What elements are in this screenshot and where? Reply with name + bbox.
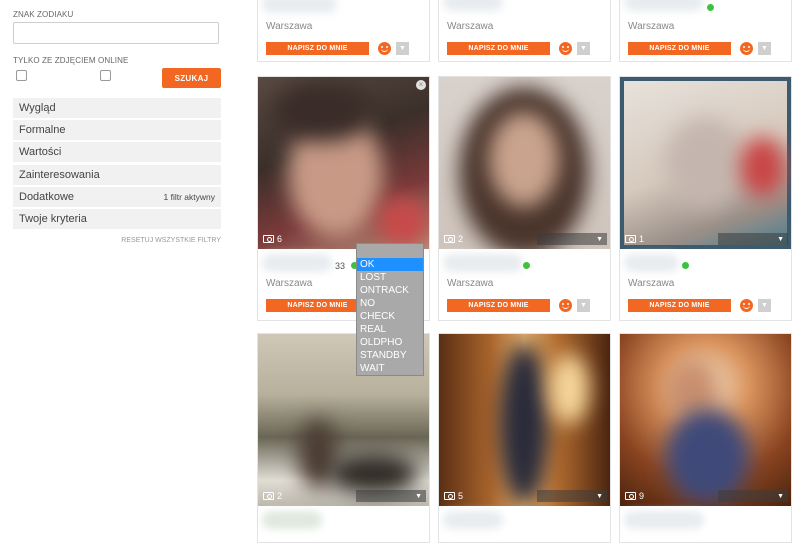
profile-card[interactable]: 9 ▼ (619, 333, 792, 543)
profile-photo[interactable]: 5 ▼ (439, 334, 610, 506)
photo-only-label: TYLKO ZE ZDJĘCIEM (13, 56, 96, 65)
zodiac-select[interactable] (13, 22, 219, 44)
write-message-button[interactable]: NAPISZ DO MNIE (447, 42, 550, 55)
profile-photo[interactable]: 9 ▼ (620, 334, 791, 506)
profile-card[interactable]: Warszawa NAPISZ DO MNIE ▼ (438, 0, 611, 62)
filter-sidebar: ZNAK ZODIAKU TYLKO ZE ZDJĘCIEM ONLINE SZ… (0, 0, 235, 537)
camera-icon (444, 235, 455, 243)
online-checkbox[interactable] (100, 70, 111, 81)
profile-name (262, 511, 322, 529)
dropdown-blank-option[interactable] (357, 244, 423, 258)
online-indicator (707, 4, 714, 11)
status-dropdown-list[interactable]: OK LOST ONTRACK NO CHECK REAL OLDPHO STA… (356, 243, 424, 376)
profile-name (624, 0, 704, 11)
profile-card[interactable]: 5 ▼ (438, 333, 611, 543)
photo-count: 5 (458, 491, 464, 501)
close-icon[interactable]: × (416, 80, 426, 90)
profile-city: Warszawa (447, 278, 494, 289)
filter-label: Wartości (19, 146, 62, 158)
filter-formalne[interactable]: Formalne (13, 120, 221, 140)
dropdown-option-lost[interactable]: LOST (357, 271, 423, 284)
profile-name (443, 511, 503, 529)
camera-icon (625, 492, 636, 500)
profile-age: 33 (335, 261, 346, 271)
dropdown-option-real[interactable]: REAL (357, 323, 423, 336)
camera-icon (263, 235, 274, 243)
profile-photo[interactable]: 2 ▼ (439, 77, 610, 249)
write-message-button[interactable]: NAPISZ DO MNIE (266, 42, 369, 55)
status-select[interactable]: ▼ (537, 490, 607, 502)
smile-icon[interactable] (559, 42, 572, 55)
filter-label: Dodatkowe (19, 191, 75, 203)
photo-count: 2 (458, 234, 464, 244)
dropdown-option-check[interactable]: CHECK (357, 310, 423, 323)
profile-name (443, 254, 523, 272)
dropdown-option-no[interactable]: NO (357, 297, 423, 310)
photo-count: 1 (639, 234, 645, 244)
dropdown-option-standby[interactable]: STANDBY (357, 349, 423, 362)
chevron-down-icon[interactable]: ▼ (577, 299, 590, 312)
camera-icon (263, 492, 274, 500)
filter-wyglad[interactable]: Wygląd (13, 98, 221, 118)
active-filter-count: 1 filtr aktywny (163, 192, 216, 202)
status-select[interactable]: ▼ (718, 490, 788, 502)
photo-count: 2 (277, 491, 283, 501)
filter-label: Twoje kryteria (19, 213, 87, 225)
dropdown-option-ontrack[interactable]: ONTRACK (357, 284, 423, 297)
profile-city: Warszawa (266, 278, 313, 289)
filter-label: Formalne (19, 124, 66, 136)
dropdown-option-wait[interactable]: WAIT (357, 362, 423, 375)
filter-twoje-kryteria[interactable]: Twoje kryteria (13, 209, 221, 229)
profile-card[interactable]: Warszawa NAPISZ DO MNIE ▼ (619, 0, 792, 62)
online-label: ONLINE (98, 56, 129, 65)
profile-city: Warszawa (447, 21, 494, 32)
smile-icon[interactable] (740, 42, 753, 55)
profile-name (443, 0, 503, 11)
profile-photo[interactable]: × 6 (258, 77, 429, 249)
profile-city: Warszawa (628, 21, 675, 32)
filter-label: Wygląd (19, 102, 56, 114)
profile-photo[interactable]: 1 ▼ (620, 77, 791, 249)
profile-city: Warszawa (266, 21, 313, 32)
profile-name (624, 511, 704, 529)
filter-zainteresowania[interactable]: Zainteresowania (13, 165, 221, 185)
chevron-down-icon[interactable]: ▼ (758, 299, 771, 312)
camera-icon (625, 235, 636, 243)
smile-icon[interactable] (740, 299, 753, 312)
write-message-button[interactable]: NAPISZ DO MNIE (628, 42, 731, 55)
dropdown-option-ok[interactable]: OK (357, 258, 423, 271)
smile-icon[interactable] (559, 299, 572, 312)
write-message-button[interactable]: NAPISZ DO MNIE (628, 299, 731, 312)
search-button[interactable]: SZUKAJ (162, 68, 221, 88)
photo-count: 9 (639, 491, 645, 501)
smile-icon[interactable] (378, 42, 391, 55)
reset-filters-link[interactable]: RESETUJ WSZYSTKIE FILTRY (100, 237, 221, 244)
dropdown-option-oldpho[interactable]: OLDPHO (357, 336, 423, 349)
filter-label: Zainteresowania (19, 169, 100, 181)
profile-card[interactable]: 2 ▼ Warszawa NAPISZ DO MNIE ▼ (438, 76, 611, 321)
status-select[interactable]: ▼ (356, 490, 426, 502)
photo-only-checkbox[interactable] (16, 70, 27, 81)
online-indicator (682, 262, 689, 269)
profile-card[interactable]: 1 ▼ Warszawa NAPISZ DO MNIE ▼ (619, 76, 792, 321)
status-select[interactable]: ▼ (718, 233, 788, 245)
write-message-button[interactable]: NAPISZ DO MNIE (266, 299, 369, 312)
profile-card[interactable]: Warszawa NAPISZ DO MNIE ▼ (257, 0, 430, 62)
status-select[interactable]: ▼ (537, 233, 607, 245)
camera-icon (444, 492, 455, 500)
online-indicator (523, 262, 530, 269)
filter-wartosci[interactable]: Wartości (13, 142, 221, 162)
filter-dodatkowe[interactable]: Dodatkowe 1 filtr aktywny (13, 187, 221, 207)
photo-count: 6 (277, 234, 283, 244)
profile-name (262, 0, 337, 13)
zodiac-label: ZNAK ZODIAKU (13, 10, 74, 19)
profile-name (624, 254, 679, 272)
chevron-down-icon[interactable]: ▼ (758, 42, 771, 55)
profile-city: Warszawa (628, 278, 675, 289)
chevron-down-icon[interactable]: ▼ (577, 42, 590, 55)
chevron-down-icon[interactable]: ▼ (396, 42, 409, 55)
profile-name (262, 254, 332, 272)
write-message-button[interactable]: NAPISZ DO MNIE (447, 299, 550, 312)
